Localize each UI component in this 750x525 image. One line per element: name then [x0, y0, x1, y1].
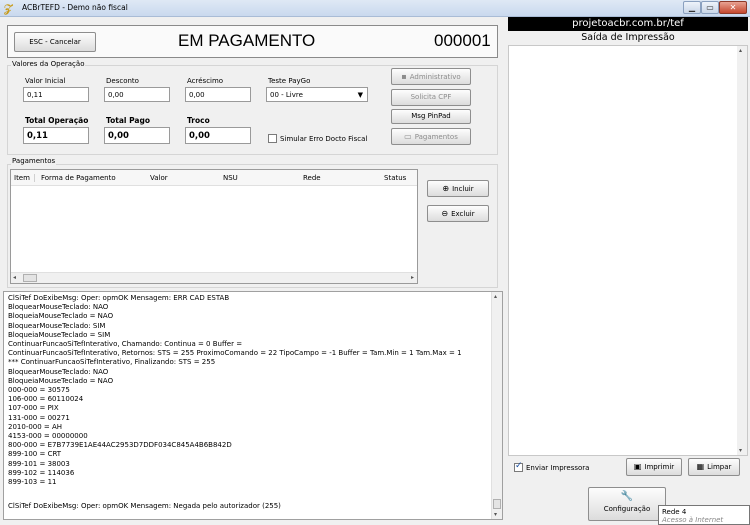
log-lines: ClSiTef DoExibeMsg: Oper: opmOK Mensagem… — [8, 294, 488, 487]
scroll-right-icon[interactable]: ▸ — [411, 274, 414, 281]
scroll-up-icon[interactable]: ▴ — [739, 47, 742, 54]
pagamentos-table[interactable]: Item Forma de Pagamento Valor NSU Rede S… — [10, 169, 418, 284]
tooltip-line1: Rede 4 — [662, 508, 687, 516]
scroll-thumb[interactable] — [23, 274, 37, 282]
app-icon: 𝒵 — [4, 2, 13, 15]
card-icon: ▭ — [404, 132, 412, 141]
acrescimo-field[interactable]: 0,00 — [185, 87, 251, 102]
log-line: 106-000 = 60110024 — [8, 395, 84, 404]
log-line: BloqueiaMouseTeclado = NAO — [8, 376, 114, 385]
enviar-impressora-checkbox[interactable] — [514, 461, 523, 472]
simular-erro-checkbox[interactable] — [268, 134, 277, 143]
print-output-title: Saída de Impressão — [581, 32, 675, 43]
wrench-icon: 🔧 — [620, 491, 634, 502]
enviar-impressora-label: Enviar Impressora — [526, 464, 590, 472]
log-line: *** ContinuarFuncaoSiTefInterativo, Fina… — [8, 358, 216, 367]
scroll-left-icon[interactable]: ◂ — [13, 274, 16, 281]
column-forma[interactable]: Forma de Pagamento — [41, 174, 116, 182]
network-tooltip: Rede 4 Acesso à Internet — [658, 505, 750, 525]
column-status[interactable]: Status — [384, 174, 406, 182]
log-line: 899-103 = 11 — [8, 478, 57, 487]
excluir-button[interactable]: ⊖ Excluir — [427, 205, 489, 222]
log-vertical-scrollbar[interactable]: ▴ ▾ — [491, 292, 502, 519]
administrativo-button[interactable]: ▪ Administrativo — [391, 68, 471, 85]
teste-paygo-value: 00 - Livre — [270, 91, 303, 99]
simular-erro-label: Simular Erro Docto Fiscal — [280, 135, 368, 143]
pagamentos-button[interactable]: ▭ Pagamentos — [391, 128, 471, 145]
log-line: BloquearMouseTeclado: NAO — [8, 367, 109, 376]
valor-inicial-label: Valor Inicial — [25, 77, 66, 85]
scroll-down-icon[interactable]: ▾ — [494, 511, 497, 518]
esc-cancel-button[interactable]: ESC - Cancelar — [14, 32, 96, 52]
log-line: BloqueiaMouseTeclado = SIM — [8, 330, 111, 339]
column-valor[interactable]: Valor — [150, 174, 168, 182]
log-line: ContinuarFuncaoSiTefInterativo, Chamando… — [8, 340, 243, 349]
limpar-button[interactable]: ▦ Limpar — [688, 458, 740, 476]
print-vertical-scrollbar[interactable]: ▴ ▾ — [737, 46, 747, 455]
msg-pinpad-button[interactable]: Msg PinPad — [391, 109, 471, 124]
chevron-down-icon: ▼ — [357, 91, 363, 99]
column-rede[interactable]: Rede — [303, 174, 321, 182]
total-pago-field[interactable]: 0,00 — [104, 127, 170, 144]
scroll-thumb[interactable] — [493, 499, 501, 509]
desconto-label: Desconto — [106, 77, 139, 85]
log-line: BloquearMouseTeclado: SIM — [8, 321, 106, 330]
log-line: 2010-000 = AH — [8, 422, 63, 431]
maximize-button[interactable]: ▭ — [701, 1, 719, 14]
log-line: ContinuarFuncaoSiTefInterativo, Retornos… — [8, 349, 462, 358]
acrescimo-label: Acréscimo — [187, 77, 224, 85]
status-header: ESC - Cancelar EM PAGAMENTO 000001 — [7, 25, 498, 58]
log-line: 131-000 = 00271 — [8, 413, 70, 422]
tooltip-line2: Acesso à Internet — [662, 516, 724, 524]
teste-paygo-label: Teste PayGo — [268, 77, 311, 85]
troco-field[interactable]: 0,00 — [185, 127, 251, 144]
print-output-area[interactable]: ▴ ▾ — [508, 45, 748, 456]
title-bar: 𝒵 ACBrTEFD - Demo não fiscal ▁ ▭ ✕ — [0, 0, 750, 17]
table-header: Item Forma de Pagamento Valor NSU Rede S… — [11, 170, 417, 186]
log-last-line: ClSiTef DoExibeMsg: Oper: opmOK Mensagem… — [8, 502, 281, 510]
scroll-up-icon[interactable]: ▴ — [494, 293, 497, 300]
minus-circle-icon: ⊖ — [441, 209, 449, 218]
plus-circle-icon: ⊕ — [442, 184, 450, 193]
scroll-down-icon[interactable]: ▾ — [739, 447, 742, 454]
minimize-button[interactable]: ▁ — [683, 1, 701, 14]
log-line: 899-101 = 38003 — [8, 459, 70, 468]
solicita-cpf-button[interactable]: Solicita CPF — [391, 89, 471, 106]
window-title: ACBrTEFD - Demo não fiscal — [22, 3, 128, 12]
close-button[interactable]: ✕ — [719, 1, 747, 14]
horizontal-scrollbar[interactable]: ◂ ▸ — [11, 272, 417, 283]
log-line: 899-100 = CRT — [8, 450, 62, 459]
incluir-button[interactable]: ⊕ Incluir — [427, 180, 489, 197]
printer-icon: ▣ — [633, 462, 642, 471]
desconto-field[interactable]: 0,00 — [104, 87, 170, 102]
total-operacao-field[interactable]: 0,11 — [23, 127, 89, 144]
log-line: BloquearMouseTeclado: NAO — [8, 303, 109, 312]
imprimir-button[interactable]: ▣ Imprimir — [626, 458, 682, 476]
configuracao-button[interactable]: 🔧 Configuração — [588, 487, 666, 521]
column-item[interactable]: Item — [14, 174, 35, 182]
eraser-icon: ▦ — [696, 462, 705, 471]
teste-paygo-select[interactable]: 00 - Livre ▼ — [266, 87, 368, 102]
column-nsu[interactable]: NSU — [223, 174, 238, 182]
total-operacao-label: Total Operação — [25, 116, 89, 125]
log-line: 4153-000 = 00000000 — [8, 432, 88, 441]
log-line: 000-000 = 30575 — [8, 386, 70, 395]
log-line: 899-102 = 114036 — [8, 468, 75, 477]
site-banner: projetoacbr.com.br/tef — [508, 17, 748, 31]
briefcase-icon: ▪ — [401, 72, 407, 81]
valores-caption: Valores da Operação — [11, 60, 86, 68]
pagamentos-caption: Pagamentos — [11, 157, 57, 165]
log-line: 800-000 = E7B7739E1AE44AC2953D7DDF034C84… — [8, 441, 232, 450]
log-line: BloqueiaMouseTeclado = NAO — [8, 312, 114, 321]
log-memo[interactable]: ClSiTef DoExibeMsg: Oper: opmOK Mensagem… — [3, 291, 503, 520]
log-line: 107-000 = PIX — [8, 404, 59, 413]
operation-status: EM PAGAMENTO — [178, 31, 316, 50]
total-pago-label: Total Pago — [106, 116, 150, 125]
operation-number: 000001 — [434, 31, 491, 50]
log-line: ClSiTef DoExibeMsg: Oper: opmOK Mensagem… — [8, 294, 230, 302]
troco-label: Troco — [187, 116, 210, 125]
valor-inicial-field[interactable]: 0,11 — [23, 87, 89, 102]
configuracao-label: Configuração — [603, 505, 651, 513]
